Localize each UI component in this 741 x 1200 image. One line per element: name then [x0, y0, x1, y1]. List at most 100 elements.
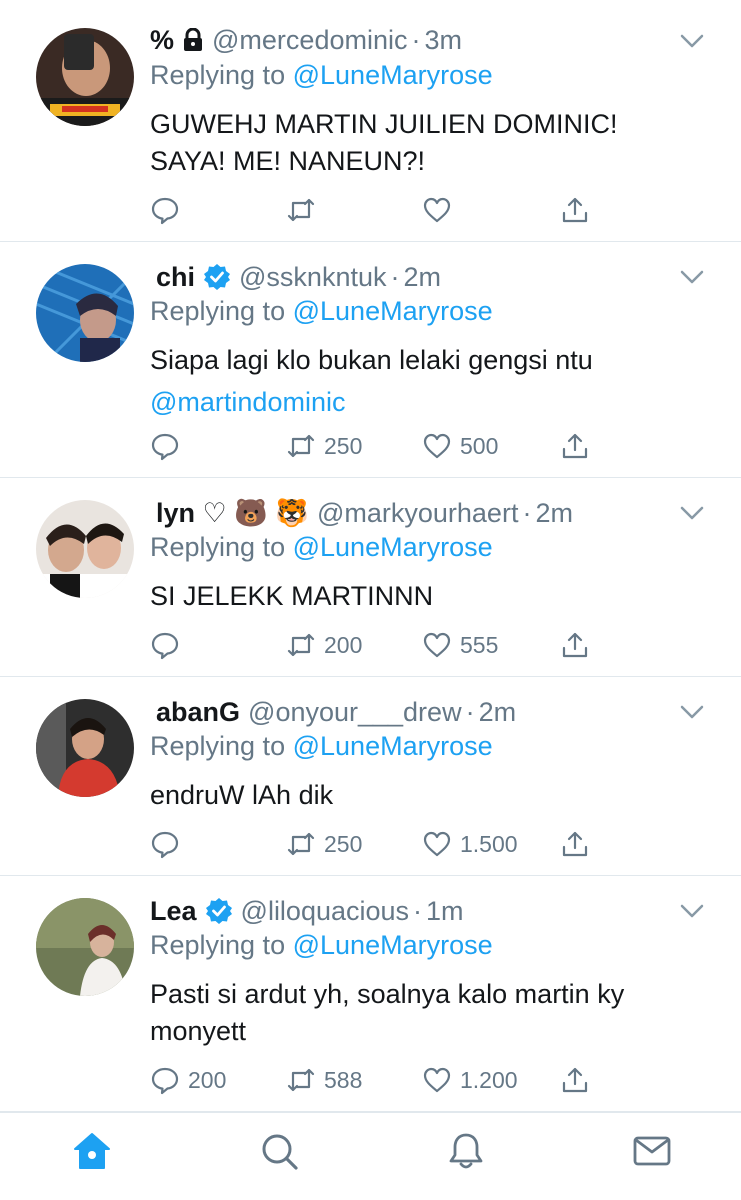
display-name[interactable]: lyn ♡ 🐻 🐯 — [156, 497, 309, 529]
tab-search[interactable] — [259, 1131, 299, 1171]
mention-link[interactable]: @martindominic — [150, 384, 681, 421]
tab-messages[interactable] — [632, 1131, 672, 1171]
timestamp[interactable]: 2m — [535, 498, 573, 529]
reply-icon — [151, 1067, 179, 1095]
tweet[interactable]: abanG @onyour___drew · 2m Replying to @L… — [0, 677, 741, 876]
like-count: 1.200 — [460, 1066, 518, 1093]
reply-mention-link[interactable]: @LuneMaryrose — [293, 930, 493, 960]
chevron-down-icon[interactable] — [679, 264, 705, 290]
reply-button[interactable]: 200 — [150, 1062, 226, 1098]
avatar-photo — [36, 28, 134, 126]
lock-icon — [182, 28, 204, 52]
tweet-actions: 200 588 1.200 — [150, 1062, 600, 1098]
reply-mention-link[interactable]: @LuneMaryrose — [293, 296, 493, 326]
reply-mention-link[interactable]: @LuneMaryrose — [293, 731, 493, 761]
tweet[interactable]: chi @ssknkntuk · 2m Replying to @LuneMar… — [0, 242, 741, 478]
replying-to: Replying to @LuneMaryrose — [150, 60, 493, 91]
username[interactable]: @mercedominic — [212, 25, 407, 56]
reply-mention-link[interactable]: @LuneMaryrose — [293, 532, 493, 562]
reply-button[interactable] — [150, 428, 188, 464]
avatar[interactable] — [36, 500, 134, 598]
like-button[interactable] — [422, 192, 460, 228]
tweet-text: Siapa lagi klo bukan lelaki gengsi ntu @… — [150, 342, 681, 421]
reply-mention-link[interactable]: @LuneMaryrose — [293, 60, 493, 90]
avatar-photo — [36, 699, 134, 797]
share-button[interactable] — [560, 1062, 590, 1098]
share-button[interactable] — [560, 192, 590, 228]
share-icon — [562, 1067, 588, 1093]
username[interactable]: @markyourhaert — [317, 498, 518, 529]
chevron-down-icon[interactable] — [679, 898, 705, 924]
share-button[interactable] — [560, 627, 590, 663]
retweet-button[interactable]: 250 — [286, 826, 362, 862]
share-icon — [562, 197, 588, 223]
heart-icon — [423, 1067, 451, 1093]
timeline: % @mercedominic · 3m Replying to @LuneMa… — [0, 0, 741, 1112]
separator-dot: · — [411, 24, 421, 55]
display-name[interactable]: % — [150, 25, 174, 56]
retweet-button[interactable] — [286, 192, 324, 228]
home-icon — [74, 1133, 110, 1169]
username[interactable]: @ssknkntuk — [239, 262, 386, 293]
avatar[interactable] — [36, 264, 134, 362]
share-icon — [562, 831, 588, 857]
reply-button[interactable] — [150, 192, 188, 228]
tweet-text-line: Siapa lagi klo bukan lelaki gengsi ntu — [150, 345, 593, 375]
avatar[interactable] — [36, 699, 134, 797]
timestamp[interactable]: 3m — [424, 25, 462, 56]
retweet-icon — [287, 198, 315, 222]
timestamp[interactable]: 2m — [403, 262, 441, 293]
tweet-text-line: SAYA! ME! NANEUN?! — [150, 146, 426, 176]
timestamp[interactable]: 2m — [479, 697, 517, 728]
retweet-button[interactable]: 588 — [286, 1062, 362, 1098]
chevron-down-icon[interactable] — [679, 699, 705, 725]
display-name[interactable]: abanG — [156, 697, 240, 728]
tweet-header: % @mercedominic · 3m — [150, 20, 681, 60]
retweet-button[interactable]: 200 — [286, 627, 362, 663]
replying-to-label: Replying to — [150, 930, 286, 960]
separator-dot: · — [413, 895, 423, 926]
like-button[interactable]: 500 — [422, 428, 498, 464]
like-button[interactable]: 555 — [422, 627, 498, 663]
retweet-count: 250 — [324, 432, 363, 459]
share-button[interactable] — [560, 826, 590, 862]
share-button[interactable] — [560, 428, 590, 464]
username[interactable]: @liloquacious — [241, 896, 410, 927]
like-button[interactable]: 1.200 — [422, 1062, 518, 1098]
reply-icon — [151, 433, 179, 461]
avatar[interactable] — [36, 898, 134, 996]
reply-button[interactable] — [150, 826, 188, 862]
retweet-icon — [287, 633, 315, 657]
like-count: 500 — [460, 432, 499, 459]
display-name[interactable]: chi — [156, 262, 195, 293]
tab-notifications[interactable] — [446, 1131, 486, 1171]
tweet[interactable]: % @mercedominic · 3m Replying to @LuneMa… — [0, 0, 741, 242]
heart-icon — [423, 433, 451, 459]
chevron-down-icon[interactable] — [679, 28, 705, 54]
tweet[interactable]: lyn ♡ 🐻 🐯 @markyourhaert · 2m Replying t… — [0, 478, 741, 677]
avatar[interactable] — [36, 28, 134, 126]
retweet-count: 250 — [324, 830, 363, 857]
timestamp[interactable]: 1m — [426, 896, 464, 927]
tweet-text: SI JELEKK MARTINNN — [150, 578, 681, 615]
display-name[interactable]: Lea — [150, 896, 197, 927]
share-icon — [562, 433, 588, 459]
retweet-button[interactable]: 250 — [286, 428, 362, 464]
tweet-text-line: endruW lAh dik — [150, 780, 334, 810]
replying-to: Replying to @LuneMaryrose — [150, 731, 493, 762]
tweet-header: chi @ssknkntuk · 2m — [150, 257, 681, 297]
retweet-icon — [287, 832, 315, 856]
tweet[interactable]: Lea @liloquacious · 1m Replying to @Lune… — [0, 876, 741, 1112]
username[interactable]: @onyour___drew — [248, 697, 462, 728]
search-icon — [262, 1134, 298, 1170]
like-button[interactable]: 1.500 — [422, 826, 518, 862]
reply-button[interactable] — [150, 627, 188, 663]
tab-home[interactable] — [72, 1131, 112, 1171]
tweet-text-line: SI JELEKK MARTINNN — [150, 581, 434, 611]
tweet-actions — [150, 192, 600, 228]
chevron-down-icon[interactable] — [679, 500, 705, 526]
avatar-photo — [36, 898, 134, 996]
reply-count: 200 — [188, 1066, 227, 1093]
heart-icon — [423, 831, 451, 857]
verified-badge-icon — [203, 263, 231, 291]
